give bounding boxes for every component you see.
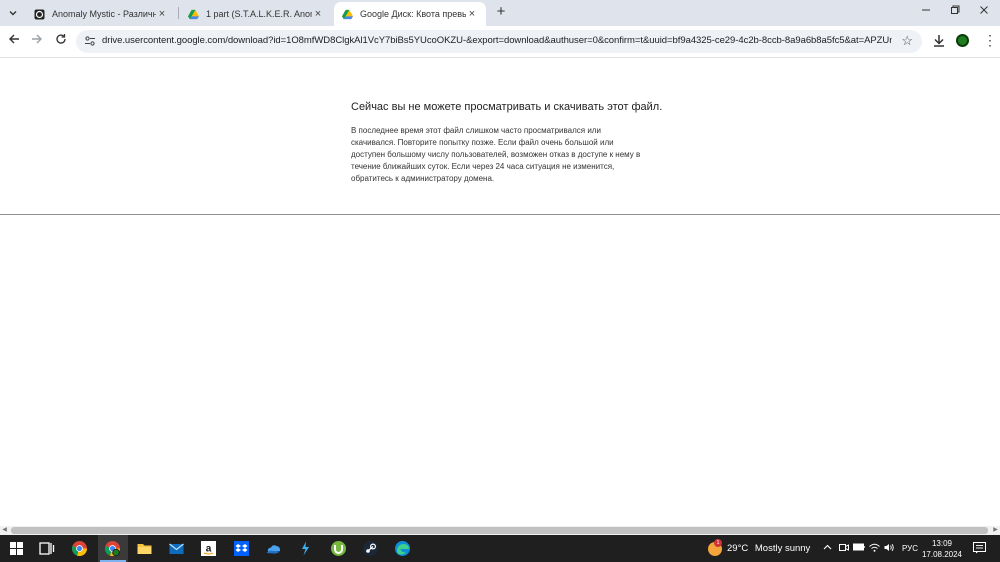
tab-separator [178,7,179,19]
meet-now-button[interactable] [838,543,850,554]
kite-icon[interactable] [297,540,314,557]
chrome-active-icon[interactable] [104,540,121,557]
file-explorer-icon[interactable] [136,540,153,557]
tab-google-drive-quota[interactable]: Google Диск: Квота превышен × [334,2,486,26]
tab-title: 1 part (S.T.A.L.K.E.R. Anomaly M [206,9,312,19]
download-icon[interactable] [931,33,947,49]
svg-text:a: a [206,544,212,555]
utorrent-icon[interactable] [330,540,347,557]
tray-overflow-button[interactable] [821,543,833,554]
chrome-icon[interactable] [71,540,88,557]
network-button[interactable] [868,543,880,554]
tab-title: Google Диск: Квота превышен [360,9,466,19]
bookmark-star-icon[interactable]: ☆ [901,33,913,49]
scroll-right-icon[interactable]: ▶ [991,526,1000,535]
notification-center-icon[interactable] [973,542,986,554]
page-content: Сейчас вы не можете просматривать и скач… [0,58,1000,526]
weather-widget[interactable]: 29°C Mostly sunny [727,543,810,554]
arrow-left-icon [9,34,19,44]
volume-button[interactable] [883,543,895,554]
browser-menu-button[interactable]: ⋮ [983,33,997,49]
close-window-button[interactable] [976,4,992,20]
steam-icon[interactable] [362,540,379,557]
site-settings-icon[interactable] [84,35,96,47]
plus-icon: + [496,3,506,20]
clock-date: 17.08.2024 [921,550,963,559]
reload-icon [56,34,66,44]
mail-icon[interactable] [168,540,185,557]
address-bar[interactable]: drive.usercontent.google.com/download?id… [76,30,922,53]
back-button[interactable] [6,33,22,49]
edge-icon[interactable] [394,540,411,557]
weather-temp: 29°C [727,543,749,554]
minimize-button[interactable] [918,4,934,20]
taskbar: a 1 29°C Mostly sunny РУС 13:09 17.08.20… [0,535,1000,562]
speaker-icon [884,543,894,552]
battery-icon [853,543,865,551]
clock-time: 13:09 [931,539,953,548]
dropbox-icon[interactable] [233,540,250,557]
tab-title: Anomaly Mystic - Различные с [52,9,156,19]
close-icon[interactable]: × [466,8,478,20]
kebab-menu-icon: ⋮ [983,32,997,48]
moddb-icon [34,9,45,19]
close-icon [980,6,988,14]
page-title: Сейчас вы не можете просматривать и скач… [351,101,663,113]
camera-icon [839,544,849,551]
weather-condition: Mostly sunny [754,543,811,554]
google-drive-icon [342,9,353,19]
chevron-down-icon [9,11,17,16]
browser-toolbar: drive.usercontent.google.com/download?id… [0,26,1000,58]
minimize-icon [922,9,930,11]
windows-start-icon[interactable] [8,540,25,557]
horizontal-scrollbar[interactable]: ◀ ▶ [0,526,1000,535]
error-message: В последнее время этот файл слишком част… [351,126,641,183]
amazon-icon[interactable]: a [200,540,217,557]
chevron-up-icon [823,544,831,550]
scrollbar-thumb[interactable] [11,527,988,534]
input-language[interactable]: РУС [902,544,918,553]
reload-button[interactable] [53,33,69,49]
arrow-right-icon [32,34,42,44]
system-clock[interactable]: 13:09 17.08.2024 [920,538,964,560]
close-icon[interactable]: × [312,8,324,20]
tab-anomaly-mystic[interactable]: Anomaly Mystic - Различные с × [26,2,176,26]
onedrive-icon[interactable] [265,540,282,557]
wifi-icon [868,543,880,552]
tab-strip: Anomaly Mystic - Различные с × 1 part (S… [0,0,1000,26]
weather-alert-badge: 1 [714,539,722,547]
close-icon[interactable]: × [156,8,168,20]
url-text[interactable]: drive.usercontent.google.com/download?id… [102,35,892,46]
restore-icon [951,5,960,14]
profile-avatar[interactable] [956,34,969,47]
screen: Anomaly Mystic - Различные с × 1 part (S… [0,0,1000,562]
divider [0,214,1000,215]
battery-button[interactable] [853,543,865,553]
scroll-left-icon[interactable]: ◀ [0,526,9,535]
tab-stalker-anomaly[interactable]: 1 part (S.T.A.L.K.E.R. Anomaly M × [180,2,332,26]
restore-button[interactable] [947,4,963,20]
tab-search-button[interactable] [5,5,21,21]
forward-button[interactable] [29,33,45,49]
task-view-icon[interactable] [38,540,55,557]
google-drive-icon [188,9,199,19]
new-tab-button[interactable]: + [494,3,508,21]
